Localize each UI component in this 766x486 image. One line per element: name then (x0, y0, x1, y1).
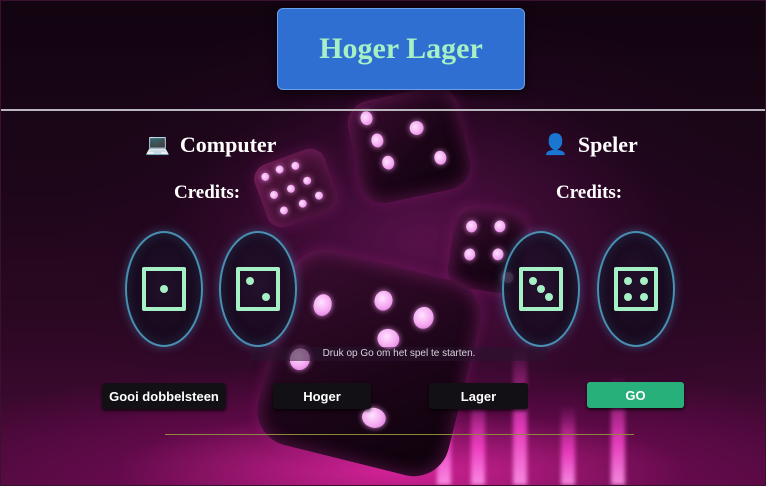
player-die-2 (597, 231, 675, 347)
background-die-icon (343, 82, 475, 208)
computer-label: Computer (179, 132, 277, 157)
die-pip (639, 292, 648, 301)
die-pip (624, 292, 633, 301)
player-credits: Credits: (556, 182, 628, 204)
die-pip (544, 292, 553, 301)
die-pip (160, 285, 168, 293)
computer-die-1 (125, 231, 203, 347)
title-banner: Hoger Lager (277, 8, 525, 90)
lower-button[interactable]: Lager (429, 383, 528, 409)
go-button[interactable]: GO (587, 382, 684, 408)
person-icon: 👤 (543, 134, 568, 156)
die-pip (261, 292, 270, 301)
laptop-icon: 💻 (145, 134, 170, 156)
die-pip (639, 277, 648, 286)
background-light-streak (561, 405, 575, 485)
roll-dice-button[interactable]: Gooi dobbelsteen (102, 383, 226, 409)
player-credits-label: Credits: (556, 182, 623, 203)
die-face-icon (614, 267, 658, 311)
die-pip (624, 277, 633, 286)
player-header: 👤 Speler (543, 132, 638, 158)
die-pip (246, 277, 255, 286)
status-message: Druk op Go om het spel te starten. (251, 347, 547, 361)
header-divider (1, 109, 765, 111)
footer-divider (165, 434, 634, 435)
game-stage: Hoger Lager 💻 Computer Credits: 👤 Speler… (0, 0, 766, 486)
die-face-icon (236, 267, 280, 311)
game-title: Hoger Lager (319, 32, 483, 65)
die-face-icon (142, 267, 186, 311)
computer-credits-label: Credits: (174, 182, 241, 203)
die-pip (537, 285, 545, 293)
computer-credits: Credits: (174, 182, 246, 204)
die-face-icon (519, 267, 563, 311)
player-die-1 (502, 231, 580, 347)
player-label: Speler (577, 132, 638, 157)
die-pip (529, 277, 538, 286)
background-light-streak (513, 345, 527, 485)
higher-button[interactable]: Hoger (273, 383, 371, 409)
computer-header: 💻 Computer (145, 132, 276, 158)
computer-die-2 (219, 231, 297, 347)
